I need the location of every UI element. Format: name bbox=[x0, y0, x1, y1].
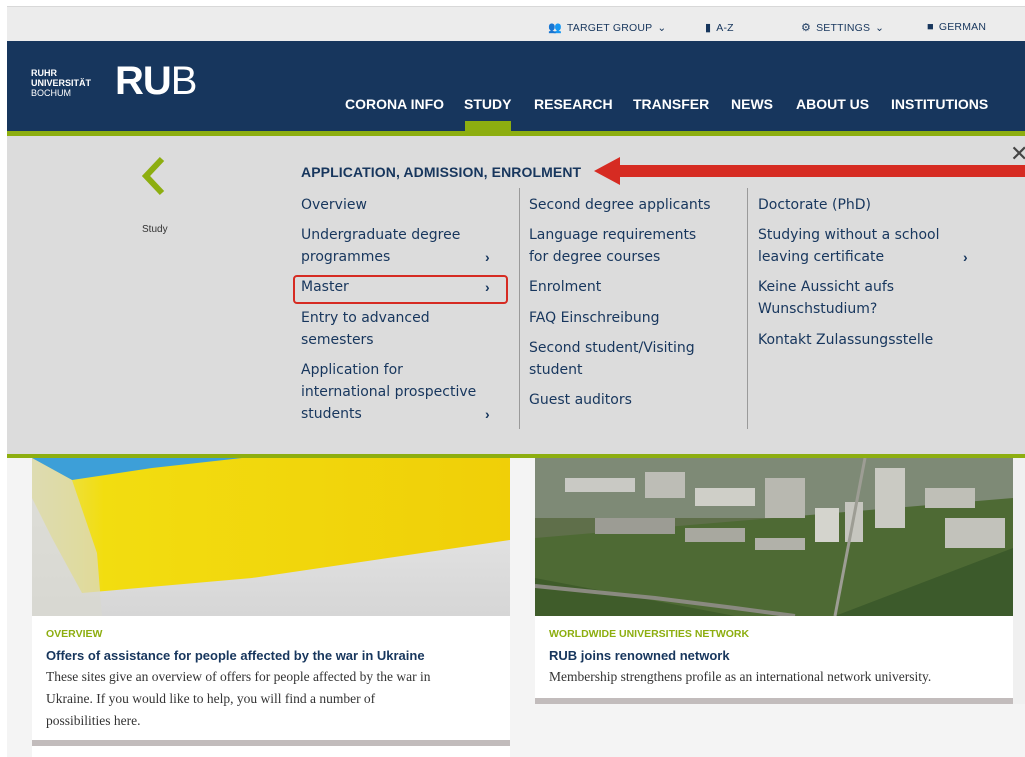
flag-photo bbox=[32, 458, 510, 616]
menu-item-guest[interactable]: Guest auditors bbox=[529, 389, 632, 411]
language-label: GERMAN bbox=[938, 21, 987, 33]
menu-item-visiting-2[interactable]: student bbox=[529, 359, 583, 381]
target-group-label: TARGET GROUP bbox=[566, 21, 653, 34]
chevron-down-icon: ⌄ bbox=[875, 21, 885, 34]
menu-item-advanced-2[interactable]: semesters bbox=[301, 329, 374, 351]
menu-item-advanced-1[interactable]: Entry to advanced bbox=[301, 307, 430, 329]
nav-institutions[interactable]: INSTITUTIONS bbox=[891, 96, 988, 112]
menu-item-visiting-1[interactable]: Second student/Visiting bbox=[529, 337, 695, 359]
menu-item-language-1[interactable]: Language requirements bbox=[529, 224, 696, 246]
column-divider bbox=[747, 188, 748, 429]
menu-item-keine-1[interactable]: Keine Aussicht aufs bbox=[758, 276, 894, 298]
menu-item-undergraduate-2[interactable]: programmes bbox=[301, 246, 390, 268]
card-text-line: possibilities here. bbox=[46, 713, 141, 728]
logo-line-3: BOCHUM bbox=[31, 88, 71, 98]
menu-item-second-degree[interactable]: Second degree applicants bbox=[529, 194, 711, 216]
menu-item-enrolment[interactable]: Enrolment bbox=[529, 276, 601, 298]
nav-about-us[interactable]: ABOUT US bbox=[796, 96, 869, 112]
page: 👥 TARGET GROUP ⌄ ▮ A-Z ⚙ SETTINGS ⌄ ■ GE… bbox=[0, 0, 1025, 757]
menu-item-noschool-2[interactable]: leaving certificate bbox=[758, 246, 884, 268]
card-text-line: Membership strengthens profile as an int… bbox=[549, 669, 932, 684]
nav-corona-info[interactable]: CORONA INFO bbox=[345, 96, 444, 112]
campus-photo bbox=[535, 458, 1013, 616]
card-title[interactable]: RUB joins renowned network bbox=[549, 648, 730, 663]
nav-study[interactable]: STUDY bbox=[464, 96, 511, 112]
az-label: A-Z bbox=[716, 21, 734, 34]
page-background bbox=[7, 458, 32, 757]
logo-mark-light: B bbox=[170, 59, 198, 103]
nav-transfer[interactable]: TRANSFER bbox=[633, 96, 709, 112]
menu-title: APPLICATION, ADMISSION, ENROLMENT bbox=[301, 164, 582, 180]
menu-item-kontakt[interactable]: Kontakt Zulassungsstelle bbox=[758, 329, 933, 351]
speech-bubble-icon: ■ bbox=[927, 21, 934, 33]
az-link[interactable]: ▮ A-Z bbox=[705, 21, 734, 35]
column-divider bbox=[519, 188, 520, 429]
page-background bbox=[510, 704, 1025, 757]
rub-logo[interactable]: RUB bbox=[115, 59, 198, 103]
logo-line-1: RUHR bbox=[31, 68, 57, 78]
logo-mark-bold: RU bbox=[115, 59, 172, 103]
ukraine-flag-image[interactable] bbox=[32, 458, 510, 616]
menu-item-faq[interactable]: FAQ Einschreibung bbox=[529, 307, 660, 329]
menu-item-language-2[interactable]: for degree courses bbox=[529, 246, 660, 268]
card-title[interactable]: Offers of assistance for people affected… bbox=[46, 648, 425, 663]
card-bottom-bar bbox=[32, 740, 510, 746]
target-group-menu[interactable]: 👥 TARGET GROUP ⌄ bbox=[548, 21, 667, 35]
campus-aerial-image[interactable] bbox=[535, 458, 1013, 616]
logo-line-2: UNIVERSITÄT bbox=[31, 78, 92, 88]
menu-item-overview[interactable]: Overview bbox=[301, 194, 367, 216]
news-card-right[interactable]: WORLDWIDE UNIVERSITIES NETWORK RUB joins… bbox=[535, 616, 1013, 698]
utility-bar: 👥 TARGET GROUP ⌄ ▮ A-Z ⚙ SETTINGS ⌄ ■ GE… bbox=[7, 6, 1025, 41]
card-text-line: Ukraine. If you would like to help, you … bbox=[46, 691, 376, 706]
active-nav-indicator bbox=[465, 121, 511, 131]
settings-label: SETTINGS bbox=[816, 21, 871, 34]
card-kicker: WORLDWIDE UNIVERSITIES NETWORK bbox=[549, 628, 750, 640]
menu-item-intl-1[interactable]: Application for bbox=[301, 359, 403, 381]
chevron-right-icon[interactable]: › bbox=[485, 406, 490, 422]
mega-menu: Study ✕ APPLICATION, ADMISSION, ENROLMEN… bbox=[7, 136, 1025, 454]
menu-item-keine-2[interactable]: Wunschstudium? bbox=[758, 298, 877, 320]
book-icon: ▮ bbox=[705, 22, 712, 34]
chevron-right-icon[interactable]: › bbox=[485, 249, 490, 265]
menu-item-undergraduate-1[interactable]: Undergraduate degree bbox=[301, 224, 460, 246]
chevron-right-icon[interactable]: › bbox=[963, 249, 968, 265]
menu-item-noschool-1[interactable]: Studying without a school bbox=[758, 224, 940, 246]
card-text-line: These sites give an overview of offers f… bbox=[46, 669, 431, 684]
card-bottom-bar bbox=[535, 698, 1013, 704]
nav-news[interactable]: NEWS bbox=[731, 96, 773, 112]
settings-menu[interactable]: ⚙ SETTINGS ⌄ bbox=[801, 21, 885, 35]
menu-item-intl-3[interactable]: students bbox=[301, 403, 362, 425]
red-arrow-annotation bbox=[594, 157, 1025, 185]
nav-research[interactable]: RESEARCH bbox=[534, 96, 613, 112]
site-header: RUHR UNIVERSITÄT BOCHUM RUB CORONA INFO … bbox=[7, 41, 1025, 131]
logo-text[interactable]: RUHR UNIVERSITÄT BOCHUM bbox=[31, 68, 91, 98]
chevron-left-icon[interactable] bbox=[140, 156, 166, 196]
master-highlight-box bbox=[293, 275, 508, 304]
gear-icon: ⚙ bbox=[801, 22, 812, 34]
menu-item-intl-2[interactable]: international prospective bbox=[301, 381, 476, 403]
chevron-down-icon: ⌄ bbox=[657, 21, 667, 34]
language-switch[interactable]: ■ GERMAN bbox=[927, 21, 986, 33]
back-label[interactable]: Study bbox=[142, 224, 168, 235]
card-kicker: OVERVIEW bbox=[46, 628, 103, 640]
users-icon: 👥 bbox=[548, 22, 562, 34]
news-card-left[interactable]: OVERVIEW Offers of assistance for people… bbox=[32, 616, 510, 740]
menu-item-phd[interactable]: Doctorate (PhD) bbox=[758, 194, 871, 216]
